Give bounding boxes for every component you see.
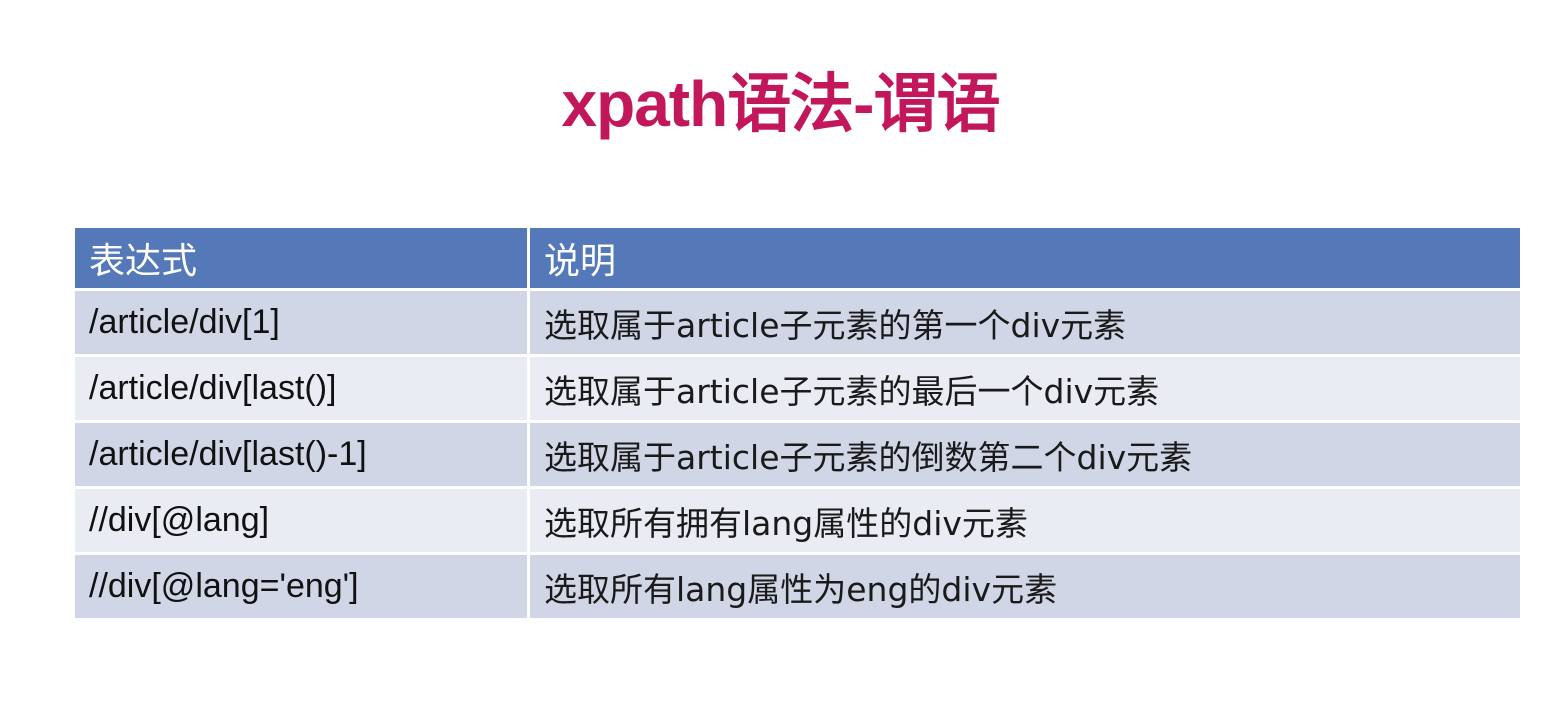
table-row: /article/div[last()-1] 选取属于article子元素的倒数… [72, 420, 1523, 489]
row-expression: //div[@lang] [72, 486, 530, 555]
row-description: 选取属于article子元素的倒数第二个div元素 [527, 420, 1523, 489]
table-row: //div[@lang='eng'] 选取所有lang属性为eng的div元素 [72, 552, 1523, 621]
table-row: /article/div[last()] 选取属于article子元素的最后一个… [72, 354, 1523, 423]
slide-title: xpath语法-谓语 [561, 68, 1001, 140]
row-description: 选取所有拥有lang属性的div元素 [527, 486, 1523, 555]
row-expression: /article/div[last()] [72, 354, 530, 423]
predicate-table: 表达式 说明 /article/div[1] 选取属于article子元素的第一… [72, 225, 1523, 621]
table-header-row: 表达式 说明 [72, 225, 1523, 291]
row-expression: /article/div[1] [72, 288, 530, 357]
row-expression: //div[@lang='eng'] [72, 552, 530, 621]
row-description: 选取属于article子元素的最后一个div元素 [527, 354, 1523, 423]
header-expression: 表达式 [72, 225, 530, 291]
table-row: /article/div[1] 选取属于article子元素的第一个div元素 [72, 288, 1523, 357]
row-expression: /article/div[last()-1] [72, 420, 530, 489]
row-description: 选取所有lang属性为eng的div元素 [527, 552, 1523, 621]
table-row: //div[@lang] 选取所有拥有lang属性的div元素 [72, 486, 1523, 555]
row-description: 选取属于article子元素的第一个div元素 [527, 288, 1523, 357]
header-description: 说明 [527, 225, 1523, 291]
